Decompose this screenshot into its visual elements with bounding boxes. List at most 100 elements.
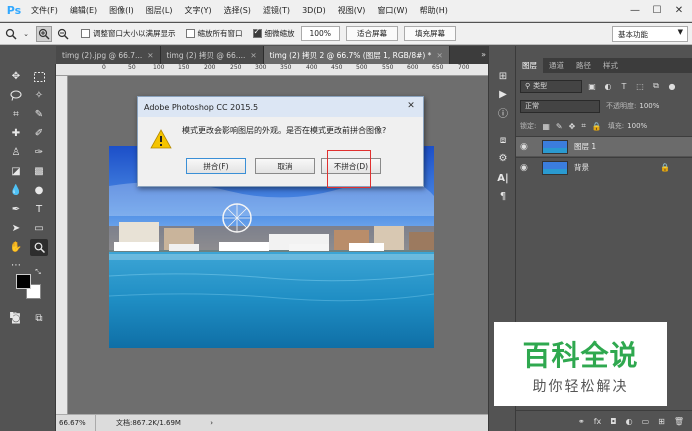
menu-file[interactable]: 文件(F) xyxy=(25,0,64,22)
chevron-down-icon[interactable]: ⌄ xyxy=(22,26,30,42)
blur-tool-icon[interactable]: 💧 xyxy=(7,182,25,199)
trash-icon[interactable]: 🗑 xyxy=(674,417,684,426)
tab-document-2[interactable]: timg (2) 拷贝 @ 66.... ✕ xyxy=(160,46,264,64)
layer-style-icon[interactable]: fx xyxy=(594,417,602,426)
path-selection-tool-icon[interactable]: ➤ xyxy=(7,220,25,237)
close-icon[interactable]: ✕ xyxy=(250,51,256,60)
tab-styles[interactable]: 样式 xyxy=(597,58,624,73)
adjustment-layer-icon[interactable]: ◐ xyxy=(626,417,633,426)
swap-colors-icon[interactable]: ⤡ xyxy=(33,267,43,277)
layer-row[interactable]: ◉ 背景 🔒 xyxy=(516,157,692,177)
minimize-button[interactable]: — xyxy=(624,0,646,20)
checkbox-box[interactable] xyxy=(81,29,90,38)
menu-layer[interactable]: 图层(L) xyxy=(140,0,179,22)
pen-tool-icon[interactable]: ✒ xyxy=(7,201,25,218)
filter-toggle-icon[interactable]: ● xyxy=(666,80,678,92)
gradient-tool-icon[interactable]: ▩ xyxy=(30,163,48,180)
fill-value[interactable]: 100% xyxy=(627,122,647,130)
workspace-select[interactable]: 基本功能 ▼ xyxy=(612,26,688,42)
tabs-overflow-icon[interactable]: » xyxy=(481,50,486,59)
zoom-in-icon[interactable] xyxy=(36,25,52,42)
filter-kind-select[interactable]: ⚲ 类型 xyxy=(520,79,582,93)
menu-type[interactable]: 文字(Y) xyxy=(178,0,217,22)
brush-tool-icon[interactable]: ✐ xyxy=(30,125,48,142)
filter-smart-object-icon[interactable]: ⧉ xyxy=(650,80,662,92)
properties-panel-icon[interactable]: ⧈ xyxy=(494,132,512,148)
cancel-button[interactable]: 取消 xyxy=(255,158,315,174)
menu-image[interactable]: 图像(I) xyxy=(103,0,140,22)
fit-screen-button[interactable]: 适合屏幕 xyxy=(345,26,398,41)
magic-wand-tool-icon[interactable]: ✧ xyxy=(30,87,48,104)
quick-mask-icon[interactable]: ◙ xyxy=(7,310,25,327)
close-icon[interactable]: ✕ xyxy=(147,51,153,60)
fill-screen-button[interactable]: 填充屏幕 xyxy=(403,26,456,41)
tab-layers[interactable]: 图层 xyxy=(516,58,543,73)
tab-paths[interactable]: 路径 xyxy=(570,58,597,73)
character-panel-icon[interactable]: A| xyxy=(494,170,512,186)
foreground-color-swatch[interactable] xyxy=(16,274,31,289)
filter-type-icon[interactable]: T xyxy=(618,80,630,92)
filter-pixel-icon[interactable]: ▣ xyxy=(586,80,598,92)
eye-icon[interactable]: ◉ xyxy=(520,142,534,152)
link-layers-icon[interactable]: ⚭ xyxy=(578,417,585,426)
menu-edit[interactable]: 编辑(E) xyxy=(64,0,103,22)
scrubby-zoom-checkbox[interactable]: 细微缩放 xyxy=(252,27,295,39)
close-button[interactable]: ✕ xyxy=(668,0,690,20)
status-zoom[interactable]: 66.67% xyxy=(56,415,96,431)
group-icon[interactable]: ▭ xyxy=(642,417,650,426)
eye-icon[interactable]: ◉ xyxy=(520,163,534,173)
zoom-out-icon[interactable] xyxy=(55,26,71,42)
maximize-button[interactable]: ☐ xyxy=(646,0,668,20)
zoom-tool-icon[interactable] xyxy=(3,26,19,42)
filter-adjustment-icon[interactable]: ◐ xyxy=(602,80,614,92)
flatten-button[interactable]: 拼合(F) xyxy=(186,158,246,174)
layer-row[interactable]: ◉ 图层 1 xyxy=(516,136,692,156)
paragraph-panel-icon[interactable]: ¶ xyxy=(494,188,512,204)
lasso-tool-icon[interactable] xyxy=(7,87,25,104)
eyedropper-tool-icon[interactable]: ✎ xyxy=(30,106,48,123)
menu-view[interactable]: 视图(V) xyxy=(332,0,372,22)
menu-3d[interactable]: 3D(D) xyxy=(296,0,332,22)
eraser-tool-icon[interactable]: ◪ xyxy=(7,163,25,180)
history-panel-icon[interactable]: ⊞ xyxy=(494,68,512,84)
menu-select[interactable]: 选择(S) xyxy=(218,0,257,22)
shape-tool-icon[interactable]: ▭ xyxy=(30,220,48,237)
type-tool-icon[interactable]: T xyxy=(30,201,48,218)
checkbox-box[interactable] xyxy=(252,27,262,38)
lock-artboard-icon[interactable]: ⌗ xyxy=(581,121,586,131)
close-icon[interactable]: ✕ xyxy=(436,51,442,60)
opacity-value[interactable]: 100% xyxy=(639,102,659,110)
zoom-tool-icon[interactable] xyxy=(30,239,48,256)
menu-help[interactable]: 帮助(H) xyxy=(414,0,454,22)
move-tool-icon[interactable]: ✥ xyxy=(7,68,25,85)
lock-position-icon[interactable]: ✥ xyxy=(569,122,576,131)
close-icon[interactable]: ✕ xyxy=(403,99,419,113)
blend-mode-select[interactable]: 正常 xyxy=(520,99,600,113)
add-mask-icon[interactable]: ◘ xyxy=(610,417,616,426)
clone-stamp-tool-icon[interactable]: ♙ xyxy=(7,144,25,161)
tab-document-3[interactable]: timg (2) 拷贝 2 @ 66.7% (图层 1, RGB/8#) * ✕ xyxy=(263,46,450,64)
zoom-all-checkbox[interactable]: 缩放所有窗口 xyxy=(185,28,243,39)
more-tools-icon[interactable]: ⋯ xyxy=(7,257,25,274)
marquee-tool-icon[interactable] xyxy=(30,68,48,85)
new-layer-icon[interactable]: ⊞ xyxy=(658,417,665,426)
chevron-right-icon[interactable]: › xyxy=(210,419,213,427)
lock-transparent-icon[interactable]: ▦ xyxy=(542,122,550,131)
lock-pixels-icon[interactable]: ✎ xyxy=(556,122,563,131)
crop-tool-icon[interactable]: ⌗ xyxy=(7,106,25,123)
adjustments-panel-icon[interactable]: ⚙ xyxy=(494,150,512,166)
lock-all-icon[interactable]: 🔒 xyxy=(592,122,602,131)
tab-channels[interactable]: 通道 xyxy=(543,58,570,73)
tab-document-1[interactable]: timg (2).jpg @ 66.7... ✕ xyxy=(56,46,161,64)
healing-brush-tool-icon[interactable]: ✚ xyxy=(7,125,25,142)
hand-tool-icon[interactable]: ✋ xyxy=(7,239,25,256)
menu-filter[interactable]: 滤镜(T) xyxy=(257,0,296,22)
resize-windows-checkbox[interactable]: 调整窗口大小以满屏显示 xyxy=(81,28,176,39)
filter-shape-icon[interactable]: ⬚ xyxy=(634,80,646,92)
zoom-value-field[interactable]: 100% xyxy=(300,26,340,41)
screen-mode-icon[interactable]: ⧉ xyxy=(30,310,48,327)
history-brush-tool-icon[interactable]: ✑ xyxy=(30,144,48,161)
checkbox-box[interactable] xyxy=(185,29,195,38)
info-panel-icon[interactable]: ⓘ xyxy=(494,104,512,120)
dodge-tool-icon[interactable]: ● xyxy=(30,182,48,199)
